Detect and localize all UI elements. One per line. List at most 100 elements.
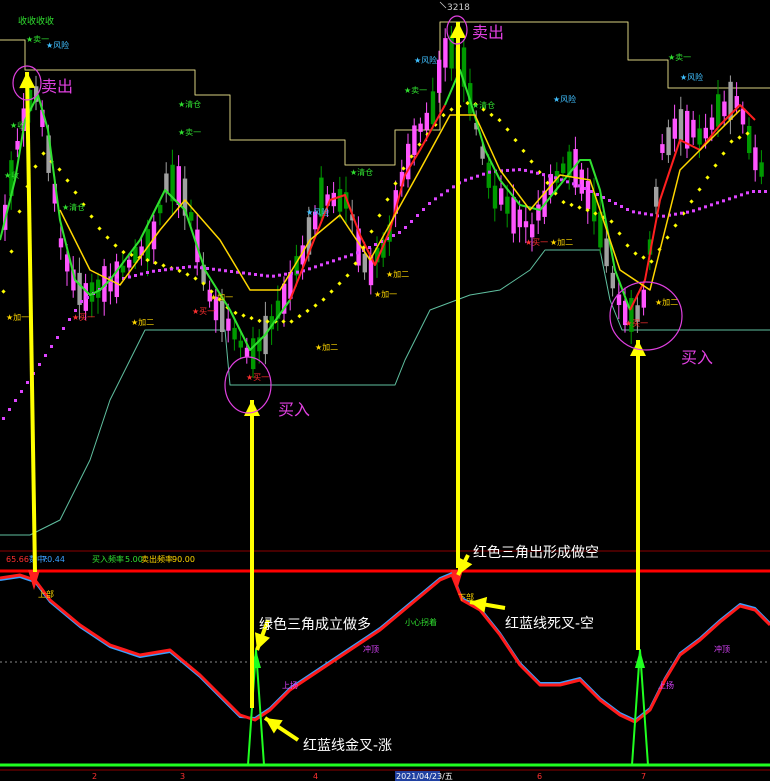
dot-magenta <box>410 220 413 223</box>
dot-yellow <box>289 319 294 324</box>
dot-yellow <box>73 190 78 195</box>
candle-body <box>703 127 708 139</box>
dot-magenta <box>68 318 71 321</box>
dot-magenta <box>470 176 473 180</box>
candle-body <box>511 197 516 234</box>
dot-magenta <box>476 174 479 178</box>
dot-yellow <box>441 112 446 118</box>
dot-magenta <box>242 271 245 275</box>
candle-body <box>158 204 163 214</box>
osc-label-rush2: 冲顶 <box>714 644 730 654</box>
dot-yellow <box>313 303 318 308</box>
dot-magenta <box>746 191 749 195</box>
dot-magenta <box>572 182 575 186</box>
x-tick: 6 <box>537 772 542 781</box>
dot-magenta <box>266 274 269 278</box>
dot-magenta <box>140 272 143 276</box>
chart-canvas: ★卖一★风险★收★清仓★买一★加二★清仓★卖一★买一★加一★买一★加二★风险★清… <box>0 1 770 781</box>
candle-body <box>536 204 541 221</box>
dot-magenta <box>638 211 641 215</box>
dot-yellow <box>17 209 22 214</box>
dot-magenta <box>212 267 215 271</box>
dot-yellow <box>33 164 38 169</box>
dot-magenta <box>164 268 167 272</box>
signal-label: ★买一 <box>192 307 215 316</box>
candle-body <box>437 59 442 93</box>
dot-yellow <box>345 273 350 278</box>
candle-body <box>722 101 727 117</box>
signal-label: ★买一 <box>246 373 269 382</box>
dot-yellow <box>609 219 614 224</box>
dot-magenta <box>218 268 221 272</box>
annotation-sell-2: 卖出 <box>472 23 504 42</box>
signal-label: ★清仓 <box>178 99 201 109</box>
signal-label: ★风险 <box>306 207 329 217</box>
candle-body <box>499 188 504 205</box>
candle-body <box>672 118 677 139</box>
dot-magenta <box>416 214 419 217</box>
dot-magenta <box>584 187 587 190</box>
dot-yellow <box>233 310 238 315</box>
candle-body <box>412 125 417 156</box>
signal-label: ★加一 <box>6 312 29 322</box>
dot-magenta <box>680 211 683 215</box>
arrow-buy-1-head <box>244 400 260 416</box>
signal-label: ★清仓 <box>350 167 373 177</box>
dot-magenta <box>482 172 485 176</box>
peak-leader <box>439 1 447 9</box>
dot-yellow <box>57 167 62 172</box>
dot-yellow <box>329 289 334 294</box>
dot-magenta <box>176 266 179 270</box>
dot-yellow <box>417 142 422 147</box>
dot-magenta <box>464 178 467 182</box>
dot-yellow <box>97 226 102 231</box>
dot-yellow <box>41 151 46 156</box>
dot-magenta <box>722 199 725 203</box>
dot-yellow <box>281 319 286 324</box>
annotation-green-triangle: 绿色三角成立做多 <box>259 616 371 633</box>
dot-magenta <box>422 208 425 211</box>
candle-body <box>238 340 243 348</box>
dot-magenta <box>152 269 155 273</box>
dot-magenta <box>662 214 665 218</box>
dot-magenta <box>596 193 599 196</box>
dot-yellow <box>305 308 310 313</box>
dot-magenta <box>8 408 11 411</box>
candle-body <box>176 166 181 206</box>
oscillator-lines <box>0 570 770 766</box>
signal-label: ★收 <box>4 170 19 180</box>
arrow-sell-1-head <box>19 72 36 89</box>
signal-label: ★收 <box>10 120 25 130</box>
dot-yellow <box>721 151 726 156</box>
dot-yellow <box>257 318 262 323</box>
dot-magenta <box>632 210 635 214</box>
dot-magenta <box>272 274 275 278</box>
signal-label: ★加二 <box>655 297 678 307</box>
annotation-red-triangle: 红色三角出形成做空 <box>473 544 599 561</box>
osc-label-careful: 小心拐着 <box>405 617 437 627</box>
candle-body <box>232 327 237 340</box>
signal-label: ★卖一 <box>668 53 691 62</box>
dot-magenta <box>740 193 743 197</box>
candle-body <box>226 318 231 331</box>
annotation-golden-cross: 红蓝线金叉-涨 <box>303 738 392 754</box>
dot-magenta <box>248 272 251 276</box>
candle-body <box>604 238 609 267</box>
dot-magenta <box>128 275 131 279</box>
annotation-buy-1: 买入 <box>278 400 310 419</box>
dot-magenta <box>704 205 707 209</box>
dot-magenta <box>452 185 455 189</box>
dot-magenta <box>26 381 29 384</box>
dot-yellow <box>713 163 718 168</box>
signal-label: ★加二 <box>386 269 409 279</box>
osc-label-top: 上部 <box>38 589 54 599</box>
candle-body <box>189 212 194 221</box>
green-triangle <box>635 650 645 668</box>
dot-yellow <box>497 118 502 123</box>
ma-red-1 <box>289 104 446 301</box>
dot-magenta <box>62 327 65 330</box>
dot-magenta <box>398 231 401 234</box>
ma-yellow <box>59 109 741 291</box>
dot-magenta <box>314 265 317 269</box>
candle-body <box>120 265 126 273</box>
